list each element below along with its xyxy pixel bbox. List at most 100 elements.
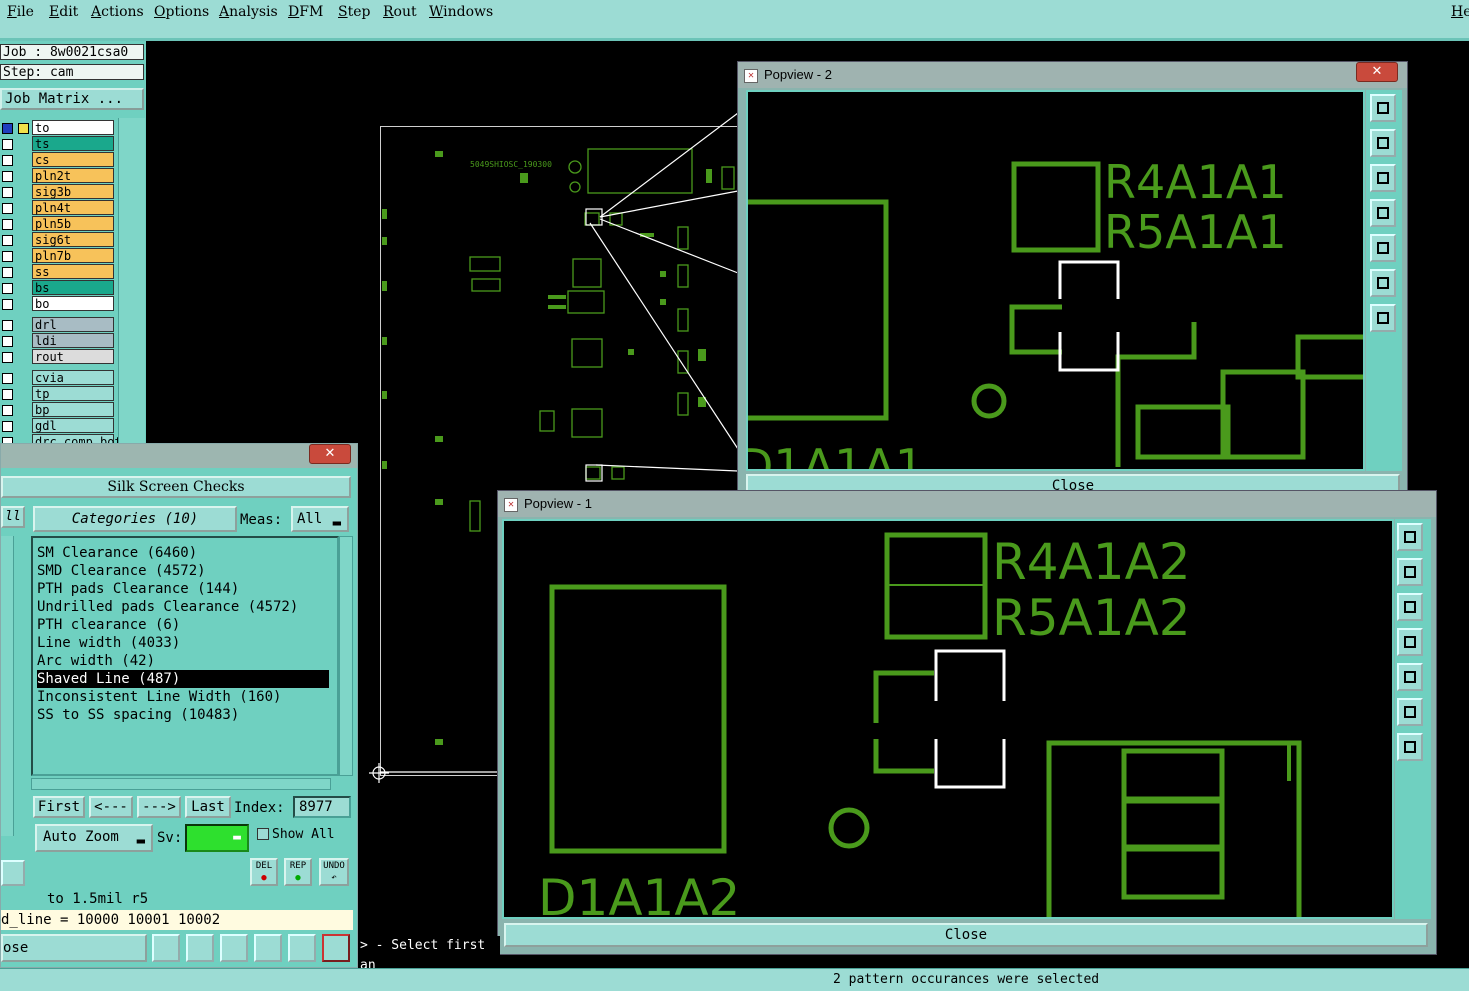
auto-zoom-select[interactable]: Auto Zoom ▬ bbox=[35, 824, 153, 852]
info-line-2: d_line = 10000 10001 10002 bbox=[1, 910, 353, 930]
meas-value: All bbox=[297, 511, 323, 527]
zoom-in-icon[interactable] bbox=[1370, 269, 1396, 297]
popview-1-label-r5: R5A1A2 bbox=[992, 589, 1191, 647]
popview-1-close-button[interactable]: Close bbox=[504, 923, 1428, 947]
chevron-down-icon: ▬ bbox=[136, 833, 145, 849]
category-item[interactable]: PTH clearance (6) bbox=[37, 616, 180, 634]
popview-1-canvas[interactable]: R4A1A2 R5A1A2 D1A1A2 bbox=[502, 519, 1394, 919]
command-prompt: > - Select first an bbox=[360, 936, 500, 973]
menu-analysis[interactable]: Analysis bbox=[219, 4, 278, 20]
prev-button[interactable]: <--- bbox=[89, 796, 133, 818]
chevron-down-icon: ▬ bbox=[332, 515, 341, 531]
app-icon: ✕ bbox=[744, 69, 758, 83]
show-all-checkbox[interactable] bbox=[257, 828, 269, 840]
zoom-out-icon[interactable] bbox=[1397, 733, 1423, 761]
popview-2-close-icon[interactable]: ✕ bbox=[1356, 62, 1398, 82]
popview-1-label-r4: R4A1A2 bbox=[992, 533, 1191, 591]
tool-chart-icon[interactable] bbox=[322, 934, 350, 962]
menu-file[interactable]: File bbox=[7, 4, 34, 20]
menu-options[interactable]: Options bbox=[154, 4, 209, 20]
undo-label: UNDO bbox=[323, 861, 345, 871]
category-item[interactable]: PTH pads Clearance (144) bbox=[37, 580, 239, 598]
pan-right-icon[interactable] bbox=[1370, 234, 1396, 262]
show-all-label: Show All bbox=[272, 827, 335, 842]
zoom-out-icon[interactable] bbox=[1370, 304, 1396, 332]
collapse-button[interactable] bbox=[1, 860, 25, 886]
zoom-in-icon[interactable] bbox=[1397, 698, 1423, 726]
tool-report-icon[interactable] bbox=[288, 934, 316, 962]
status-bar: 2 pattern occurances were selected bbox=[0, 968, 1469, 991]
left-scrollbar[interactable] bbox=[1, 536, 14, 836]
pan-down-icon[interactable] bbox=[1397, 593, 1423, 621]
category-item[interactable]: Line width (4033) bbox=[37, 634, 180, 652]
menu-edit[interactable]: Edit bbox=[49, 4, 78, 20]
category-item[interactable]: Shaved Line (487) bbox=[37, 670, 329, 688]
popview-1-title: Popview - 1 bbox=[524, 496, 592, 511]
zoom-home-icon[interactable] bbox=[1397, 523, 1423, 551]
categories-hscrollbar[interactable] bbox=[31, 778, 331, 790]
category-item[interactable]: SM Clearance (6460) bbox=[37, 544, 197, 562]
sv-color-select[interactable]: ▬ bbox=[185, 824, 249, 852]
category-item[interactable]: SS to SS spacing (10483) bbox=[37, 706, 239, 724]
popview-2-titlebar[interactable]: ✕ Popview - 2 ✕ bbox=[738, 62, 1407, 88]
index-label: Index: bbox=[234, 800, 285, 816]
popview-1-window: ✕ Popview - 1 R4A1A2 R5A1A2 D1A1A2 Close bbox=[497, 490, 1437, 955]
rep-button[interactable]: REP ● bbox=[284, 858, 312, 886]
categories-scrollbar[interactable] bbox=[339, 536, 353, 776]
tool-flag-icon[interactable] bbox=[152, 934, 180, 962]
green-dot-icon: ● bbox=[295, 873, 301, 883]
menu-actions[interactable]: Actions bbox=[91, 4, 144, 20]
silk-dialog-titlebar[interactable]: ✕ bbox=[1, 444, 357, 468]
popview-2-canvas[interactable]: R4A1A1 R5A1A1 D1A1A1 bbox=[746, 90, 1365, 471]
pan-left-icon[interactable] bbox=[1397, 628, 1423, 656]
popview-2-toolbar bbox=[1366, 90, 1402, 471]
popview-2-window: ✕ Popview - 2 ✕ R4A1A1 R5A1A1 D1A1A1 Clo… bbox=[737, 61, 1408, 505]
tool-number-icon[interactable] bbox=[254, 934, 282, 962]
popview-2-label-d1: D1A1A1 bbox=[748, 439, 924, 469]
meas-label: Meas: bbox=[240, 512, 283, 528]
close-button[interactable]: ose bbox=[1, 934, 147, 962]
red-dot-icon: ● bbox=[261, 873, 267, 883]
next-button[interactable]: ---> bbox=[137, 796, 181, 818]
tool-red-icon[interactable] bbox=[186, 934, 214, 962]
menu-dfm[interactable]: DFM bbox=[288, 4, 323, 20]
popview-2-label-r4: R4A1A1 bbox=[1104, 155, 1287, 209]
zoom-home-icon[interactable] bbox=[1370, 94, 1396, 122]
meas-select[interactable]: All ▬ bbox=[291, 506, 349, 532]
del-button[interactable]: DEL ● bbox=[250, 858, 278, 886]
last-button[interactable]: Last bbox=[185, 796, 231, 818]
categories-button[interactable]: Categories (10) bbox=[33, 506, 237, 532]
popview-1-titlebar[interactable]: ✕ Popview - 1 bbox=[498, 491, 1436, 517]
pan-up-icon[interactable] bbox=[1370, 129, 1396, 157]
pan-left-icon[interactable] bbox=[1370, 199, 1396, 227]
status-message: 2 pattern occurances were selected bbox=[833, 972, 1100, 987]
first-button[interactable]: First bbox=[33, 796, 85, 818]
index-input[interactable]: 8977 bbox=[293, 796, 351, 818]
menu-windows[interactable]: Windows bbox=[429, 4, 493, 20]
rep-label: REP bbox=[289, 861, 307, 871]
silk-dialog-close-icon[interactable]: ✕ bbox=[309, 444, 351, 464]
undo-icon: ↶ bbox=[331, 873, 337, 883]
category-item[interactable]: Arc width (42) bbox=[37, 652, 155, 670]
menu-step[interactable]: Step bbox=[338, 4, 370, 20]
popview-2-label-r5: R5A1A1 bbox=[1104, 205, 1287, 259]
pan-up-icon[interactable] bbox=[1397, 558, 1423, 586]
auto-zoom-label: Auto Zoom bbox=[43, 829, 119, 845]
sv-label: Sv: bbox=[157, 830, 183, 846]
popview-1-label-d1: D1A1A2 bbox=[538, 869, 740, 917]
menu-help[interactable]: He bbox=[1451, 4, 1469, 20]
undo-button[interactable]: UNDO ↶ bbox=[319, 858, 349, 886]
tool-cancel-icon[interactable] bbox=[220, 934, 248, 962]
app-icon: ✕ bbox=[504, 498, 518, 512]
menu-rout[interactable]: Rout bbox=[383, 4, 417, 20]
pan-right-icon[interactable] bbox=[1397, 663, 1423, 691]
del-label: DEL bbox=[255, 861, 273, 871]
pan-down-icon[interactable] bbox=[1370, 164, 1396, 192]
all-button[interactable]: ll bbox=[1, 506, 25, 528]
category-item[interactable]: Undrilled pads Clearance (4572) bbox=[37, 598, 298, 616]
category-item[interactable]: SMD Clearance (4572) bbox=[37, 562, 206, 580]
category-item[interactable]: Inconsistent Line Width (160) bbox=[37, 688, 281, 706]
popview-1-toolbar bbox=[1395, 519, 1431, 919]
info-line-1: to 1.5mil r5 bbox=[1, 890, 353, 908]
silk-dialog-title: Silk Screen Checks bbox=[1, 476, 351, 498]
